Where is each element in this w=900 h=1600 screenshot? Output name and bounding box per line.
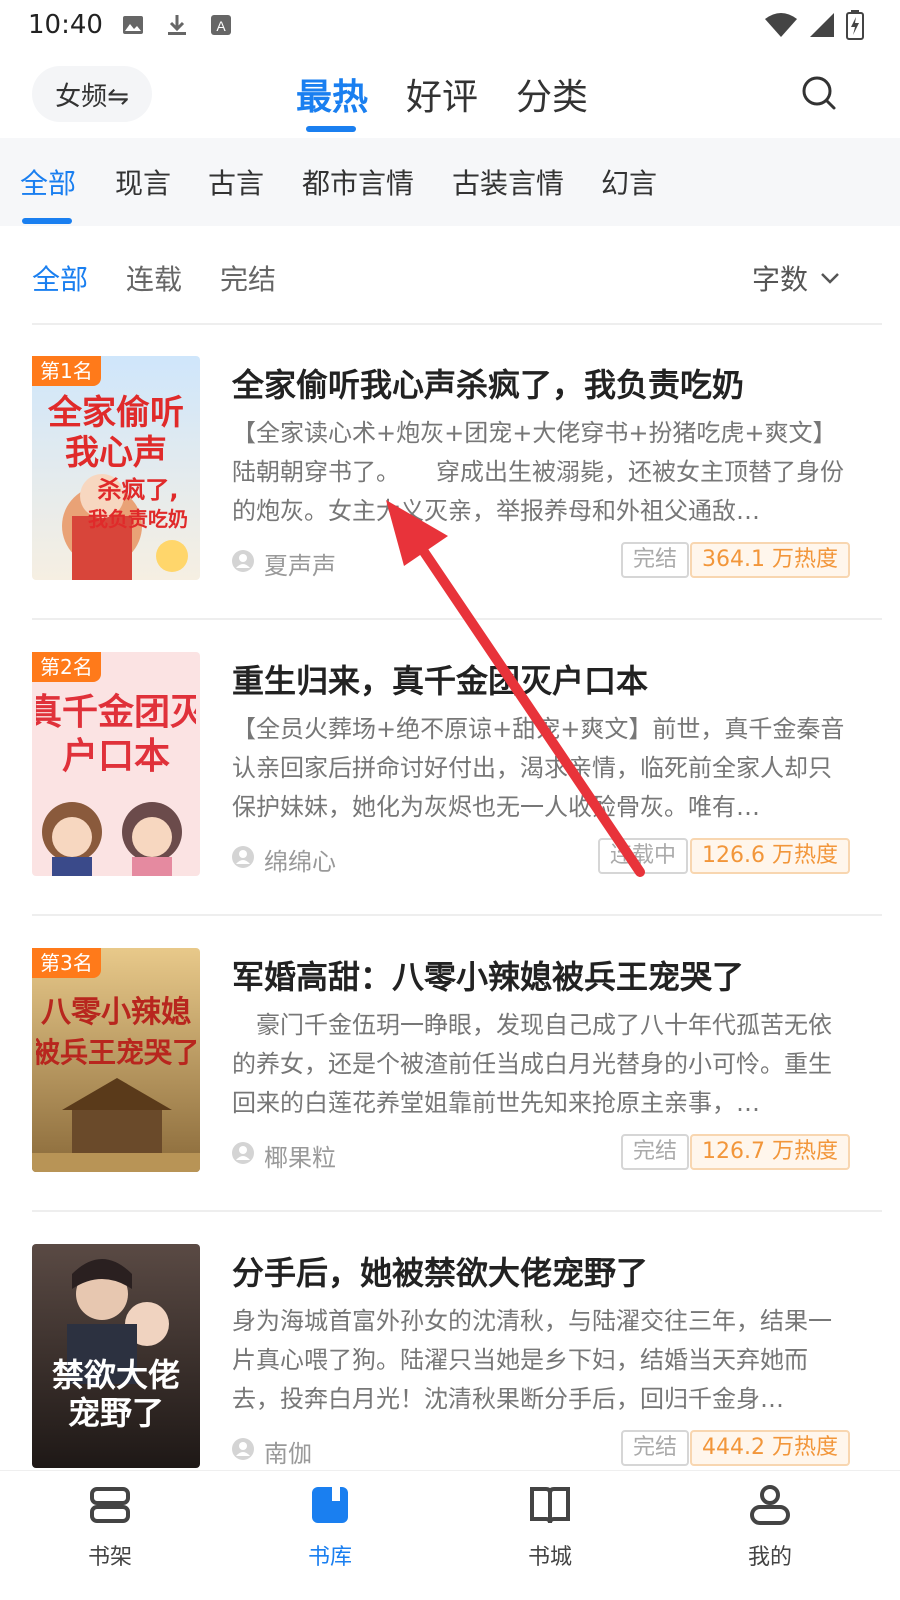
sort-label: 字数	[751, 263, 808, 296]
filter-serializing[interactable]: 连载	[126, 258, 182, 298]
tab-top-rated[interactable]: 好评	[406, 68, 478, 120]
author-name: 椰果粒	[264, 1144, 336, 1172]
battery-icon	[846, 10, 864, 40]
rank-badge: 第1名	[32, 356, 101, 386]
library-icon	[312, 1487, 348, 1523]
active-tab-indicator	[306, 126, 356, 132]
category-modern-romance[interactable]: 现言	[115, 162, 171, 202]
book-description: 【全员火葬场+绝不原谅+甜宠+爽文】前世，真千金秦音认亲回家后拼命讨好付出，渴求…	[232, 715, 845, 821]
rank-badge: 第3名	[32, 948, 101, 978]
svg-text:宠野了: 宠野了	[68, 1394, 164, 1432]
book-description: 豪门千金伍玥一睁眼，发现自己成了八十年代孤苦无依的养女，还是个被渣前任当成白月光…	[232, 1011, 832, 1117]
nav-bookstore[interactable]: 书城	[490, 1483, 610, 1571]
nav-label: 我的	[747, 1545, 792, 1570]
svg-text:禁欲大佬: 禁欲大佬	[52, 1356, 180, 1394]
status-tag: 完结	[621, 542, 690, 578]
svg-text:我负责吃奶: 我负责吃奶	[88, 507, 188, 531]
author-avatar-icon	[232, 1438, 254, 1460]
nav-label: 书库	[307, 1545, 352, 1570]
status-bar: 10:40 A	[0, 0, 900, 50]
category-all[interactable]: 全部	[20, 162, 76, 202]
filter-all[interactable]: 全部	[32, 258, 88, 298]
status-system-icons	[764, 10, 864, 40]
bookshelf-icon	[90, 1487, 130, 1523]
top-navigation: 女频⇋ 最热 好评 分类	[0, 50, 900, 138]
author-avatar-icon	[232, 1142, 254, 1164]
status-time: 10:40	[28, 10, 103, 40]
category-ancient-romance[interactable]: 古言	[208, 162, 264, 202]
wifi-icon	[765, 13, 797, 37]
author-avatar-icon	[232, 846, 254, 868]
heat-tag: 126.7 万热度	[690, 1134, 850, 1170]
author-name: 绵绵心	[264, 848, 336, 876]
book-title[interactable]: 分手后，她被禁欲大佬宠野了	[232, 1248, 852, 1294]
cover-title-art: 真千金团灭 户口本	[36, 691, 196, 777]
book-title[interactable]: 重生归来，真千金团灭户口本	[232, 656, 852, 702]
author-avatar-icon	[232, 550, 254, 572]
book-title[interactable]: 全家偷听我心声杀疯了，我负责吃奶	[232, 360, 852, 406]
book-item[interactable]: 禁欲大佬 宠野了 分手后，她被禁欲大佬宠野了 身为海城首富外孙女的沈清秋，与陆濯…	[0, 1212, 900, 1508]
svg-text:八零小辣媳: 八零小辣媳	[41, 995, 191, 1030]
book-item[interactable]: 八零小辣媳 被兵王宠哭了 第3名 军婚高甜：八零小辣媳被兵王宠哭了 豪门千金伍玥…	[0, 916, 900, 1212]
nav-library[interactable]: 书库	[270, 1483, 390, 1571]
nav-bookshelf[interactable]: 书架	[50, 1483, 170, 1571]
svg-text:我心声: 我心声	[65, 433, 167, 473]
cover-title-art: 禁欲大佬 宠野了	[52, 1356, 180, 1432]
filter-bar: 全部 连载 完结 字数	[0, 226, 900, 324]
book-item[interactable]: 全家偷听 我心声 杀疯了, 我负责吃奶 第1名 全家偷听我心声杀疯了，我负责吃奶…	[0, 324, 900, 620]
status-tag: 完结	[621, 1134, 690, 1170]
open-book-icon	[530, 1487, 570, 1524]
svg-text:被兵王宠哭了: 被兵王宠哭了	[36, 1036, 196, 1069]
profile-icon	[750, 1485, 790, 1525]
author-name: 夏声声	[264, 552, 336, 580]
svg-text:户口本: 户口本	[62, 736, 170, 777]
nav-label: 书城	[527, 1545, 572, 1570]
filter-completed[interactable]: 完结	[220, 258, 276, 298]
nav-profile[interactable]: 我的	[710, 1483, 830, 1571]
signal-icon	[810, 13, 834, 37]
cover-title-art: 八零小辣媳 被兵王宠哭了	[36, 995, 196, 1069]
download-icon	[168, 15, 186, 35]
book-title[interactable]: 军婚高甜：八零小辣媳被兵王宠哭了	[232, 952, 852, 998]
svg-text:全家偷听: 全家偷听	[47, 393, 184, 433]
tab-category[interactable]: 分类	[516, 68, 588, 120]
author-name: 南伽	[264, 1440, 312, 1468]
category-fantasy-romance[interactable]: 幻言	[601, 162, 657, 202]
cover-title-art: 全家偷听 我心声 杀疯了, 我负责吃奶	[47, 393, 188, 531]
rank-badge: 第2名	[32, 652, 101, 682]
book-description: 身为海城首富外孙女的沈清秋，与陆濯交往三年，结果一片真心喂了狗。陆濯只当她是乡下…	[232, 1307, 832, 1413]
svg-text:真千金团灭: 真千金团灭	[36, 691, 196, 733]
tab-hottest[interactable]: 最热	[296, 68, 368, 120]
heat-tag: 126.6 万热度	[690, 838, 850, 874]
status-tag: 连载中	[598, 838, 689, 874]
status-notification-icons: A	[120, 12, 234, 38]
book-item[interactable]: 真千金团灭 户口本 第2名 重生归来，真千金团灭户口本 【全员火葬场+绝不原谅+…	[0, 620, 900, 916]
heat-tag: 364.1 万热度	[690, 542, 850, 578]
svg-text:A: A	[216, 18, 226, 34]
category-bar: 全部 现言 古言 都市言情 古装言情 幻言	[0, 138, 900, 226]
gender-switch-button[interactable]: 女频⇋	[32, 66, 152, 122]
category-urban-romance[interactable]: 都市言情	[302, 162, 414, 202]
status-tag: 完结	[621, 1430, 690, 1466]
image-icon	[123, 16, 143, 34]
svg-text:杀疯了,: 杀疯了,	[97, 476, 178, 504]
heat-tag: 444.2 万热度	[690, 1430, 850, 1466]
sort-word-count-button[interactable]: 字数	[752, 258, 840, 298]
chevron-down-icon	[821, 273, 839, 284]
book-description: 【全家读心术+炮灰+团宠+大佬穿书+扮猪吃虎+爽文】陆朝朝穿书了。 穿成出生被溺…	[232, 419, 844, 525]
category-costume-romance[interactable]: 古装言情	[452, 162, 564, 202]
active-category-indicator	[22, 218, 72, 224]
nav-label: 书架	[87, 1545, 132, 1570]
search-icon[interactable]	[800, 74, 838, 112]
app-a-icon: A	[211, 15, 231, 35]
bottom-navigation: 书架 书库 书城 我的	[0, 1470, 900, 1600]
